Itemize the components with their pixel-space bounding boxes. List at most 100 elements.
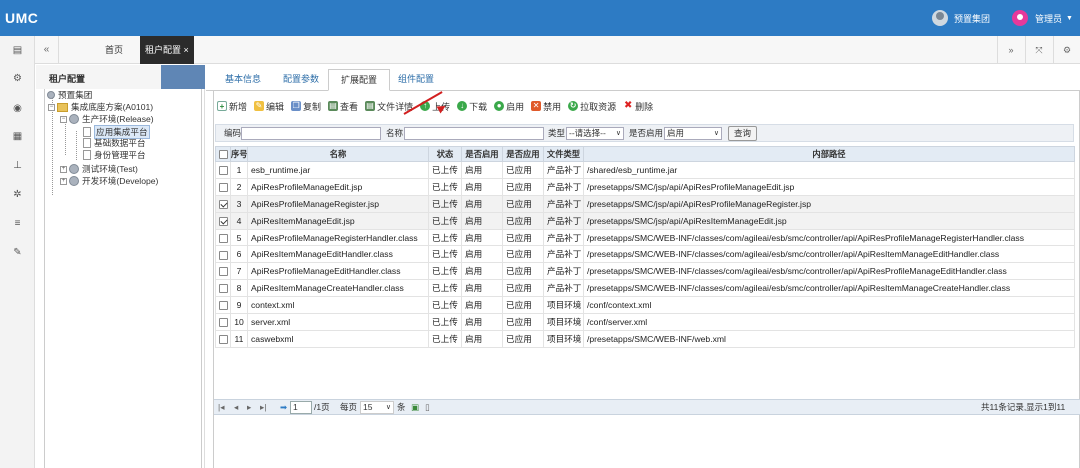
expand-icon[interactable]: +	[60, 177, 67, 185]
tree-node-develop[interactable]: + 开发环境(Develope)	[60, 175, 158, 187]
pull-resource-button[interactable]: ↻ 拉取资源	[568, 100, 616, 113]
row-checkbox-cell[interactable]	[215, 194, 231, 213]
delete-button[interactable]: ✖ 删除	[623, 100, 653, 113]
table-row[interactable]: 1 esb_runtime.jar 已上传 启用 已应用 产品补丁/shared/esb_…	[215, 161, 1075, 179]
col-header[interactable]: 状态	[428, 146, 462, 162]
expand-icon[interactable]: +	[60, 165, 67, 173]
tab-component-config[interactable]: 组件配置	[386, 69, 446, 91]
next-page-icon[interactable]: ▸	[247, 401, 251, 414]
type-select[interactable]: --请选择-- ∨	[566, 127, 624, 140]
select-all-checkbox-cell[interactable]	[215, 146, 231, 162]
row-checkbox-cell[interactable]	[215, 296, 231, 315]
col-header[interactable]: 是否应用	[502, 146, 544, 162]
tab-extension-config[interactable]: 扩展配置	[328, 69, 391, 91]
col-header[interactable]: 是否启用	[461, 146, 503, 162]
copy-button[interactable]: ❐ 复制	[291, 100, 321, 113]
list-icon[interactable]: ≡	[0, 214, 35, 234]
row-checkbox[interactable]	[218, 199, 228, 209]
row-file-type: 项目环境	[543, 296, 584, 315]
sitemap-icon[interactable]: ⊥	[0, 156, 35, 176]
tab-basic-info[interactable]: 基本信息	[213, 69, 273, 91]
scroll-tabs-left-icon[interactable]: «	[35, 36, 59, 64]
row-checkbox[interactable]	[218, 182, 228, 192]
table-row[interactable]: 8 ApiResItemManageCreateHandler.class 已上传启…	[215, 279, 1075, 298]
table-row[interactable]: 11 caswebxml 已上传 启用 已应用 项目环境/presetapps/SMC/W…	[215, 329, 1075, 348]
user-menu[interactable]: 管理员 ▼	[1012, 9, 1073, 27]
export-icon[interactable]: ▯	[425, 401, 430, 414]
table-row[interactable]: 3 ApiResProfileManageRegister.jsp 已上传 启用 已应用…	[215, 194, 1075, 213]
row-checkbox-cell[interactable]	[215, 279, 231, 298]
row-checkbox[interactable]	[218, 250, 228, 260]
table-row[interactable]: 2 ApiResProfileManageEdit.jsp 已上传 启用 已应用 产品补丁…	[215, 177, 1075, 196]
id-card-icon[interactable]: ▤	[0, 41, 35, 61]
table-row[interactable]: 6 ApiResItemManageEditHandler.class 已上传 启用已…	[215, 245, 1075, 264]
last-page-icon[interactable]: ▸|	[260, 401, 266, 414]
enabled-select[interactable]: 启用 ∨	[664, 127, 722, 140]
col-header[interactable]: 序号	[230, 146, 248, 162]
row-checkbox[interactable]	[218, 166, 228, 176]
col-header[interactable]: 文件类型	[543, 146, 584, 162]
tab-home[interactable]: 首页	[95, 36, 133, 64]
edit-button[interactable]: ✎ 编辑	[254, 100, 284, 113]
table-row[interactable]: 7 ApiResProfileManageEditHandler.class 已上传…	[215, 262, 1075, 281]
col-header[interactable]: 名称	[247, 146, 429, 162]
gears-icon[interactable]: ⚙	[0, 69, 35, 89]
row-name: server.xml	[247, 313, 429, 331]
org-avatar-icon	[932, 10, 948, 26]
table-icon[interactable]: ▦	[0, 127, 35, 147]
row-checkbox-cell[interactable]	[215, 313, 231, 331]
add-button[interactable]: + 新增	[217, 100, 247, 113]
view-button[interactable]: ▤ 查看	[328, 100, 358, 113]
tree-node-preset-group[interactable]: 预置集团	[47, 89, 92, 101]
gear-icon[interactable]: ✲	[0, 185, 35, 205]
prev-page-icon[interactable]: ◂	[234, 401, 238, 414]
per-page-select[interactable]: 15 ∨	[360, 401, 394, 414]
row-checkbox-cell[interactable]	[215, 245, 231, 264]
row-checkbox[interactable]	[218, 233, 228, 243]
row-checkbox-cell[interactable]	[215, 228, 231, 247]
row-status: 已上传	[428, 177, 462, 196]
table-row[interactable]: 5 ApiResProfileManageRegisterHandler.clas…	[215, 228, 1075, 247]
name-input[interactable]	[404, 127, 544, 140]
table-row[interactable]: 9 context.xml 已上传 启用 已应用 项目环境/conf/context.xm…	[215, 296, 1075, 315]
query-button[interactable]: 查询	[728, 126, 758, 141]
row-checkbox-cell[interactable]	[215, 329, 231, 348]
disable-button[interactable]: ✕ 禁用	[531, 100, 561, 113]
page-number-input[interactable]: 1	[290, 401, 312, 414]
tab-options-icon[interactable]: ⚙	[1053, 36, 1080, 64]
row-checkbox[interactable]	[218, 267, 228, 277]
org-switcher[interactable]: 预置集团	[932, 9, 990, 27]
refresh-page-icon[interactable]: ▣	[411, 401, 419, 414]
row-checkbox[interactable]	[218, 301, 228, 311]
row-checkbox[interactable]	[218, 216, 228, 226]
tree-node-identity[interactable]: 身份管理平台	[83, 149, 146, 161]
tab-config-params[interactable]: 配置参数	[271, 69, 331, 91]
table-row[interactable]: 10 server.xml 已上传 启用 已应用 项目环境/conf/server.xml	[215, 313, 1075, 331]
first-page-icon[interactable]: |◂	[218, 401, 224, 414]
row-checkbox[interactable]	[218, 334, 228, 344]
enable-button[interactable]: ● 启用	[494, 100, 524, 113]
row-checkbox[interactable]	[218, 318, 228, 328]
scroll-tabs-right-icon[interactable]: »	[997, 36, 1024, 64]
collapse-icon[interactable]: −	[60, 115, 67, 123]
tree-node-test[interactable]: + 测试环境(Test)	[60, 163, 138, 175]
fullscreen-icon[interactable]: ⤧	[1025, 36, 1052, 64]
table-row[interactable]: 4 ApiResItemManageEdit.jsp 已上传 启用 已应用 产品补丁/pr…	[215, 211, 1075, 230]
row-checkbox-cell[interactable]	[215, 177, 231, 196]
tree-node-release[interactable]: − 生产环境(Release)	[60, 113, 154, 125]
wrench-icon[interactable]: ✎	[0, 243, 35, 263]
code-input[interactable]	[241, 127, 381, 140]
tree-node-basic-data[interactable]: 基础数据平台	[83, 137, 146, 149]
eye-icon[interactable]: ◉	[0, 99, 35, 119]
download-button[interactable]: ↓ 下载	[457, 100, 487, 113]
row-checkbox-cell[interactable]	[215, 161, 231, 179]
row-checkbox-cell[interactable]	[215, 211, 231, 230]
select-all-checkbox[interactable]	[218, 150, 228, 160]
collapse-icon[interactable]: −	[48, 103, 55, 111]
tree-node-solution[interactable]: − 集成底座方案(A0101)	[48, 101, 153, 113]
col-header[interactable]: 内部路径	[583, 146, 1075, 162]
row-checkbox[interactable]	[218, 284, 228, 294]
tab-tenant-config[interactable]: 租户配置 ×	[140, 36, 194, 64]
row-checkbox-cell[interactable]	[215, 262, 231, 281]
go-page-icon[interactable]: ➡	[280, 401, 287, 414]
